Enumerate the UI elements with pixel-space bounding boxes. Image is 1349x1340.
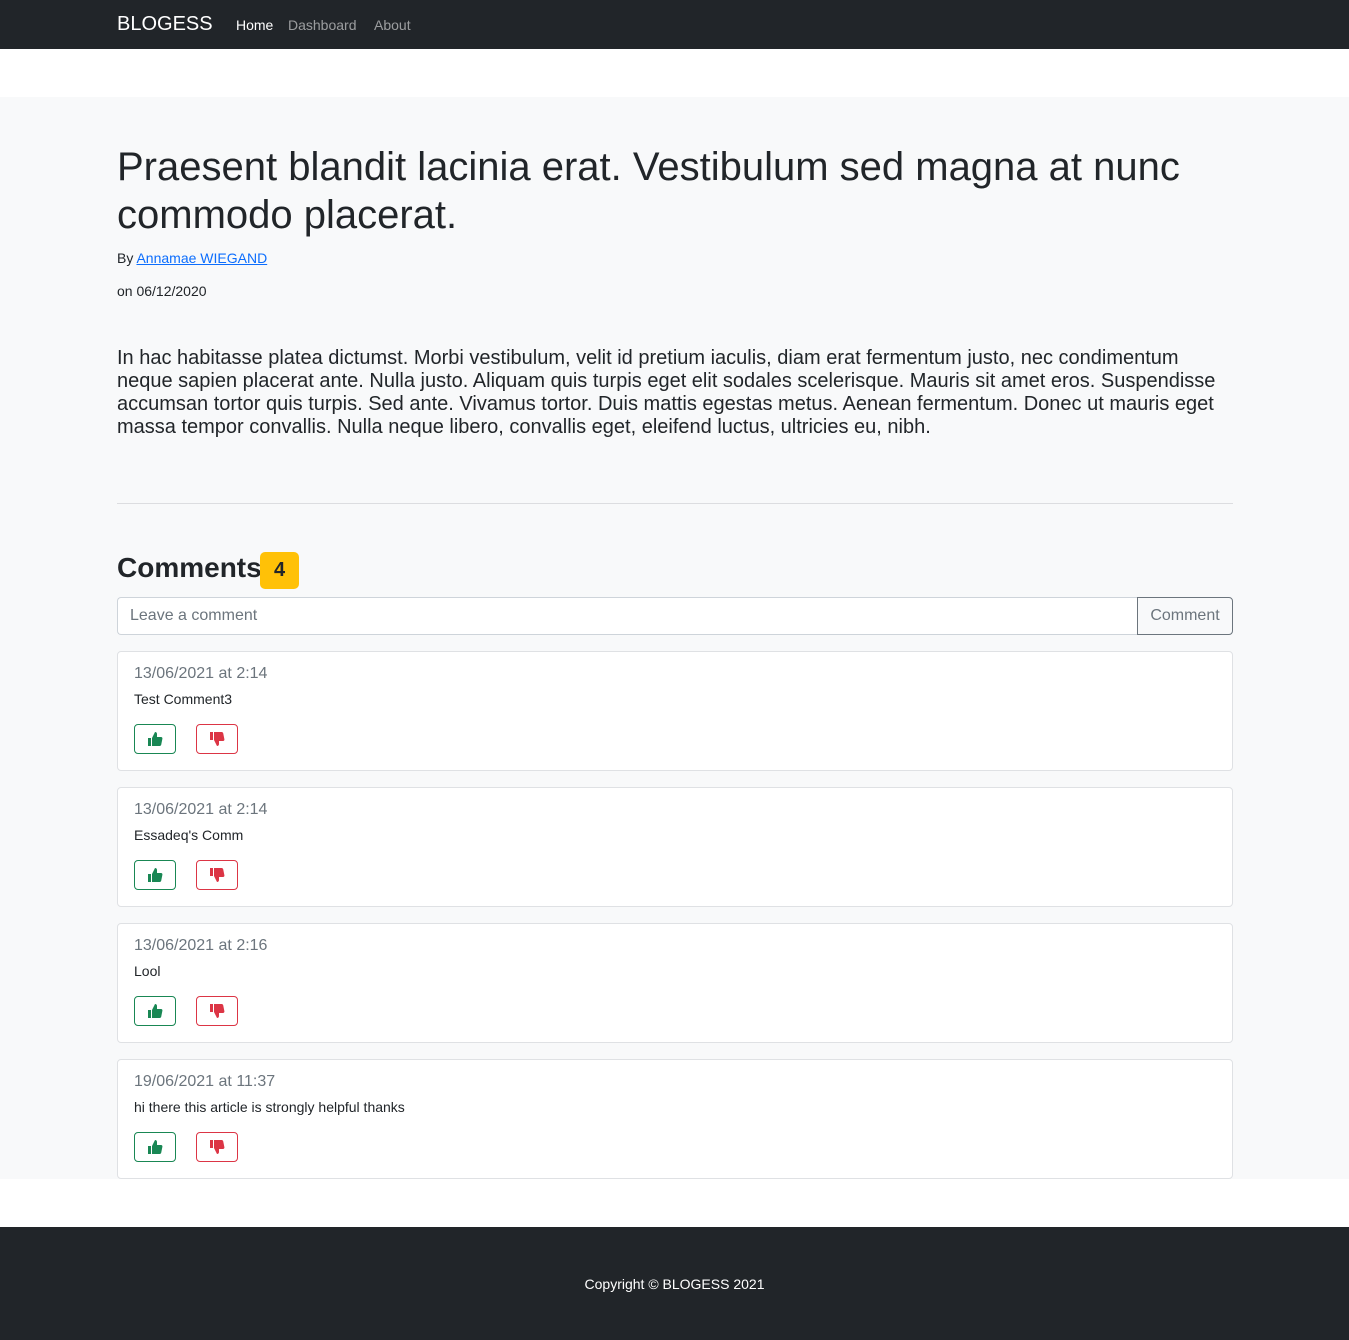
comment-count-badge: 4 — [260, 552, 299, 589]
comment-card: 13/06/2021 at 2:16 Lool — [117, 923, 1233, 1043]
author-link[interactable]: Annamae WIEGAND — [136, 250, 267, 266]
copyright-text: Copyright © BLOGESS 2021 — [584, 1276, 765, 1292]
footer: Copyright © BLOGESS 2021 — [0, 1227, 1349, 1340]
navbar: BLOGESS Home Dashboard About — [0, 0, 1349, 49]
comment-card: 13/06/2021 at 2:14 Essadeq's Comm — [117, 787, 1233, 907]
thumbs-down-icon — [210, 1140, 225, 1154]
comment-card: 13/06/2021 at 2:14 Test Comment3 — [117, 651, 1233, 771]
by-label: By — [117, 250, 134, 266]
comment-date: 13/06/2021 at 2:14 — [134, 801, 268, 818]
thumbs-down-icon — [210, 732, 225, 746]
comment-input[interactable] — [117, 597, 1138, 635]
dislike-button[interactable] — [196, 1132, 238, 1162]
thumbs-up-icon — [148, 868, 163, 882]
nav-dashboard[interactable]: Dashboard — [288, 16, 357, 34]
article-title: Praesent blandit lacinia erat. Vestibulu… — [117, 145, 1180, 237]
dislike-button[interactable] — [196, 860, 238, 890]
thumbs-up-icon — [148, 732, 163, 746]
thumbs-up-icon — [148, 1004, 163, 1018]
article-byline: By Annamae WIEGAND — [117, 250, 267, 267]
thumbs-up-icon — [148, 1140, 163, 1154]
comment-submit-button[interactable]: Comment — [1137, 597, 1233, 635]
thumbs-down-icon — [210, 868, 225, 882]
dislike-button[interactable] — [196, 724, 238, 754]
article-date: on 06/12/2020 — [117, 283, 207, 299]
comment-date: 13/06/2021 at 2:16 — [134, 937, 268, 954]
article-body: In hac habitasse platea dictumst. Morbi … — [117, 347, 1216, 438]
comment-date: 13/06/2021 at 2:14 — [134, 665, 268, 682]
comment-text: hi there this article is strongly helpfu… — [134, 1099, 405, 1115]
dislike-button[interactable] — [196, 996, 238, 1026]
nav-about[interactable]: About — [374, 16, 411, 34]
nav-home[interactable]: Home — [236, 16, 273, 34]
like-button[interactable] — [134, 1132, 176, 1162]
thumbs-down-icon — [210, 1004, 225, 1018]
like-button[interactable] — [134, 996, 176, 1026]
brand-logo[interactable]: BLOGESS — [117, 12, 213, 37]
like-button[interactable] — [134, 860, 176, 890]
comment-date: 19/06/2021 at 11:37 — [134, 1073, 276, 1090]
comment-text: Test Comment3 — [134, 691, 233, 707]
divider — [117, 503, 1233, 504]
comment-text: Lool — [134, 963, 161, 979]
comment-card: 19/06/2021 at 11:37 hi there this articl… — [117, 1059, 1233, 1179]
comment-text: Essadeq's Comm — [134, 827, 244, 843]
comments-heading: Comments — [117, 552, 262, 583]
like-button[interactable] — [134, 724, 176, 754]
